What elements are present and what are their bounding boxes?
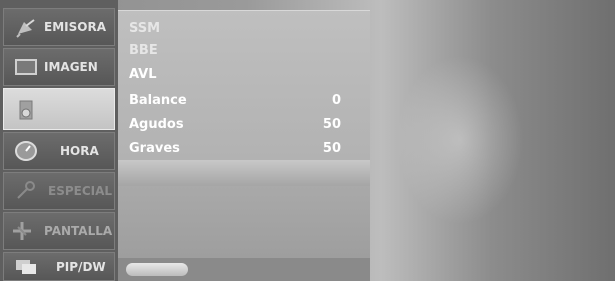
menu-item-label: PIP/DW <box>56 260 106 274</box>
row-name: SSM <box>129 21 161 36</box>
menu-item-label: EMISORA <box>44 20 106 34</box>
row-name: Balance <box>129 93 187 108</box>
menu-item-label: HORA <box>60 144 99 158</box>
panel-separator <box>118 160 370 186</box>
menu-item-imagen[interactable]: IMAGEN <box>3 48 115 86</box>
menu-item-audio[interactable] <box>3 88 115 130</box>
key-icon <box>17 181 35 199</box>
main-menu: EMISORA IMAGEN HORA ESPECIAL PANTALLA PI… <box>0 0 118 281</box>
submenu-row-graves[interactable]: Graves 50 <box>129 139 359 159</box>
row-value: 50 <box>322 141 341 156</box>
hint-button-icon <box>126 263 188 276</box>
row-name: BBE <box>129 43 158 58</box>
menu-item-pantalla[interactable]: PANTALLA <box>3 212 115 250</box>
clock-icon <box>15 141 37 161</box>
menu-item-label: ESPECIAL <box>48 184 113 198</box>
tv-osd-screen: EMISORA IMAGEN HORA ESPECIAL PANTALLA PI… <box>0 0 615 281</box>
pip-windows-icon <box>16 260 36 274</box>
row-name: AVL <box>129 67 157 82</box>
submenu-row-balance[interactable]: Balance 0 <box>129 91 359 111</box>
submenu-row-avl[interactable]: AVL <box>129 65 359 85</box>
audio-submenu: SSM BBE AVL Balance 0 Agudos 50 Graves 5… <box>118 10 370 161</box>
speaker-icon <box>19 100 33 120</box>
row-value: 50 <box>322 117 341 132</box>
menu-item-emisora[interactable]: EMISORA <box>3 8 115 46</box>
menu-item-hora[interactable]: HORA <box>3 132 115 170</box>
menu-item-label: IMAGEN <box>44 60 98 74</box>
menu-item-label: PANTALLA <box>44 224 113 238</box>
row-name: Agudos <box>129 117 184 132</box>
submenu-row-bbe[interactable]: BBE <box>129 41 359 61</box>
background-glow <box>370 0 615 281</box>
row-value: 0 <box>331 93 341 108</box>
monitor-icon <box>15 59 37 75</box>
submenu-row-agudos[interactable]: Agudos 50 <box>129 115 359 135</box>
bottom-hint-bar <box>118 258 370 281</box>
lower-panel <box>118 186 370 258</box>
crosshair-icon <box>13 222 31 240</box>
menu-item-pip[interactable]: PIP/DW <box>3 252 115 281</box>
menu-item-especial[interactable]: ESPECIAL <box>3 172 115 210</box>
satellite-dish-icon <box>16 19 35 38</box>
row-name: Graves <box>129 141 180 156</box>
submenu-row-ssm[interactable]: SSM <box>129 19 359 39</box>
